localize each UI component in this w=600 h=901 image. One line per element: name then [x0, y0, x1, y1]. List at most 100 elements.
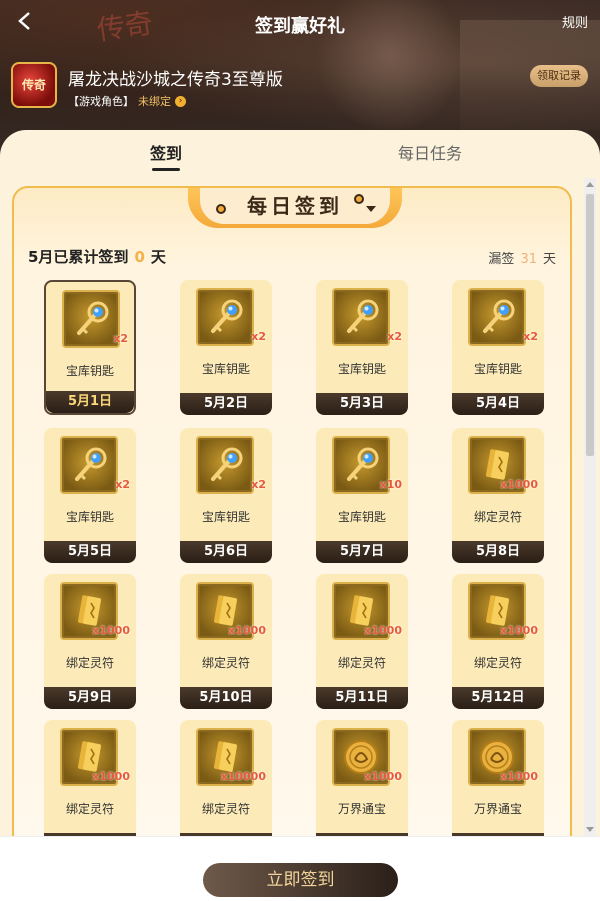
scroll-up-arrow-icon[interactable] — [586, 182, 594, 187]
page-title: 签到赢好礼 — [255, 16, 345, 37]
reward-name: 绑定灵符 — [337, 656, 386, 670]
reward-name: 绑定灵符 — [473, 656, 522, 670]
signin-now-button[interactable]: 立即签到 — [203, 863, 398, 897]
game-logo: 传奇 — [11, 62, 57, 108]
reward-item[interactable]: x1000 绑定灵符 5月12日 — [452, 574, 544, 709]
reward-quantity: x1000 — [500, 478, 538, 491]
tab-daily-tasks-label: 每日任务 — [398, 144, 463, 163]
scroll-down-arrow-icon[interactable] — [586, 827, 594, 832]
reward-quantity: x1000 — [364, 624, 402, 637]
key-icon — [60, 436, 118, 494]
reward-name: 宝库钥匙 — [337, 362, 386, 376]
reward-date: 5月11日 — [316, 687, 408, 709]
reward-name: 万界通宝 — [337, 802, 386, 816]
missed-count: 31 — [520, 252, 537, 267]
reward-quantity: x10000 — [220, 770, 266, 783]
reward-name: 宝库钥匙 — [65, 364, 114, 378]
scrollbar[interactable] — [584, 178, 596, 836]
key-icon — [62, 290, 120, 348]
reward-item[interactable]: x1000 绑定灵符 5月10日 — [180, 574, 272, 709]
reward-quantity: x1000 — [228, 624, 266, 637]
role-label: 【游戏角色】 — [68, 95, 134, 108]
reward-quantity: x2 — [523, 330, 538, 343]
reward-date: 5月8日 — [452, 541, 544, 563]
ring-ornament-icon — [354, 194, 364, 204]
missed-signin-summary: 漏签 31 天 — [488, 248, 556, 267]
reward-date: 5月6日 — [180, 541, 272, 563]
reward-quantity: x2 — [251, 478, 266, 491]
reward-name: 绑定灵符 — [201, 656, 250, 670]
reward-item[interactable]: x1000 万界通宝 — [316, 720, 408, 844]
claim-records-button[interactable]: 领取记录 — [530, 65, 588, 87]
reward-date: 5月12日 — [452, 687, 544, 709]
reward-item[interactable]: x1000 绑定灵符 5月9日 — [44, 574, 136, 709]
role-binding-line[interactable]: 【游戏角色】 未绑定 › — [68, 93, 186, 109]
reward-date: 5月4日 — [452, 393, 544, 415]
reward-quantity: x1000 — [92, 770, 130, 783]
reward-date: 5月3日 — [316, 393, 408, 415]
summary-prefix: 5月已累计签到 — [28, 248, 129, 266]
reward-quantity: x2 — [115, 478, 130, 491]
reward-item[interactable]: x2 宝库钥匙 5月1日 — [44, 280, 136, 415]
reward-date: 5月9日 — [44, 687, 136, 709]
reward-name: 绑定灵符 — [473, 510, 522, 524]
reward-item[interactable]: x2 宝库钥匙 5月5日 — [44, 428, 136, 563]
reward-name: 绑定灵符 — [65, 656, 114, 670]
triangle-ornament-icon — [366, 206, 376, 212]
reward-date: 5月10日 — [180, 687, 272, 709]
main-panel: 签到 每日任务 每日签到 5月已累计签到 0 天 漏签 31 天 x2 宝库钥匙 5月1日 x… — [0, 130, 600, 901]
reward-quantity: x1000 — [92, 624, 130, 637]
reward-name: 宝库钥匙 — [201, 510, 250, 524]
signin-count: 0 — [134, 248, 145, 266]
scrollbar-thumb[interactable] — [586, 194, 594, 456]
reward-item[interactable]: x1000 绑定灵符 — [44, 720, 136, 844]
daily-signin-card: 每日签到 5月已累计签到 0 天 漏签 31 天 x2 宝库钥匙 5月1日 x2 宝库钥匙 5月2… — [12, 186, 572, 846]
daily-signin-banner: 每日签到 — [200, 188, 390, 224]
reward-quantity: x2 — [251, 330, 266, 343]
missed-suffix: 天 — [542, 252, 556, 267]
reward-name: 宝库钥匙 — [65, 510, 114, 524]
reward-item[interactable]: x1000 万界通宝 — [452, 720, 544, 844]
missed-label: 漏签 — [488, 252, 515, 267]
reward-item[interactable]: x1000 绑定灵符 5月11日 — [316, 574, 408, 709]
reward-date: 5月2日 — [180, 393, 272, 415]
reward-item[interactable]: x1000 绑定灵符 5月8日 — [452, 428, 544, 563]
tab-daily-tasks[interactable]: 每日任务 — [398, 140, 462, 164]
reward-item[interactable]: x10000 绑定灵符 — [180, 720, 272, 844]
tab-bar: 签到 每日任务 — [0, 130, 600, 174]
game-name: 屠龙决战沙城之传奇3至尊版 — [68, 70, 283, 90]
reward-date: 5月5日 — [44, 541, 136, 563]
reward-quantity: x1000 — [500, 624, 538, 637]
gear-ornament-icon — [216, 204, 226, 214]
key-icon — [196, 288, 254, 346]
reward-item[interactable]: x10 宝库钥匙 5月7日 — [316, 428, 408, 563]
reward-item[interactable]: x2 宝库钥匙 5月6日 — [180, 428, 272, 563]
summary-suffix: 天 — [150, 248, 166, 266]
reward-quantity: x1000 — [364, 770, 402, 783]
reward-name: 万界通宝 — [473, 802, 522, 816]
tab-signin[interactable]: 签到 — [150, 140, 183, 171]
key-icon — [468, 288, 526, 346]
banner-title: 每日签到 — [247, 194, 343, 218]
reward-name: 绑定灵符 — [201, 802, 250, 816]
chevron-right-icon[interactable]: › — [175, 95, 186, 107]
reward-name: 绑定灵符 — [65, 802, 114, 816]
rules-link[interactable]: 规则 — [562, 12, 588, 31]
reward-item[interactable]: x2 宝库钥匙 5月2日 — [180, 280, 272, 415]
reward-quantity: x2 — [387, 330, 402, 343]
reward-quantity: x10 — [379, 478, 402, 491]
reward-name: 宝库钥匙 — [337, 510, 386, 524]
tab-signin-label: 签到 — [150, 144, 183, 163]
reward-item[interactable]: x2 宝库钥匙 5月4日 — [452, 280, 544, 415]
reward-item[interactable]: x2 宝库钥匙 5月3日 — [316, 280, 408, 415]
key-icon — [196, 436, 254, 494]
reward-quantity: x2 — [113, 332, 128, 345]
active-tab-indicator — [152, 168, 181, 171]
signin-summary: 5月已累计签到 0 天 — [28, 246, 166, 267]
reward-date: 5月7日 — [316, 541, 408, 563]
key-icon — [332, 288, 390, 346]
footer-bar: 立即签到 — [0, 836, 600, 901]
role-status: 未绑定 — [138, 95, 171, 108]
reward-name: 宝库钥匙 — [473, 362, 522, 376]
reward-date: 5月1日 — [46, 391, 134, 413]
